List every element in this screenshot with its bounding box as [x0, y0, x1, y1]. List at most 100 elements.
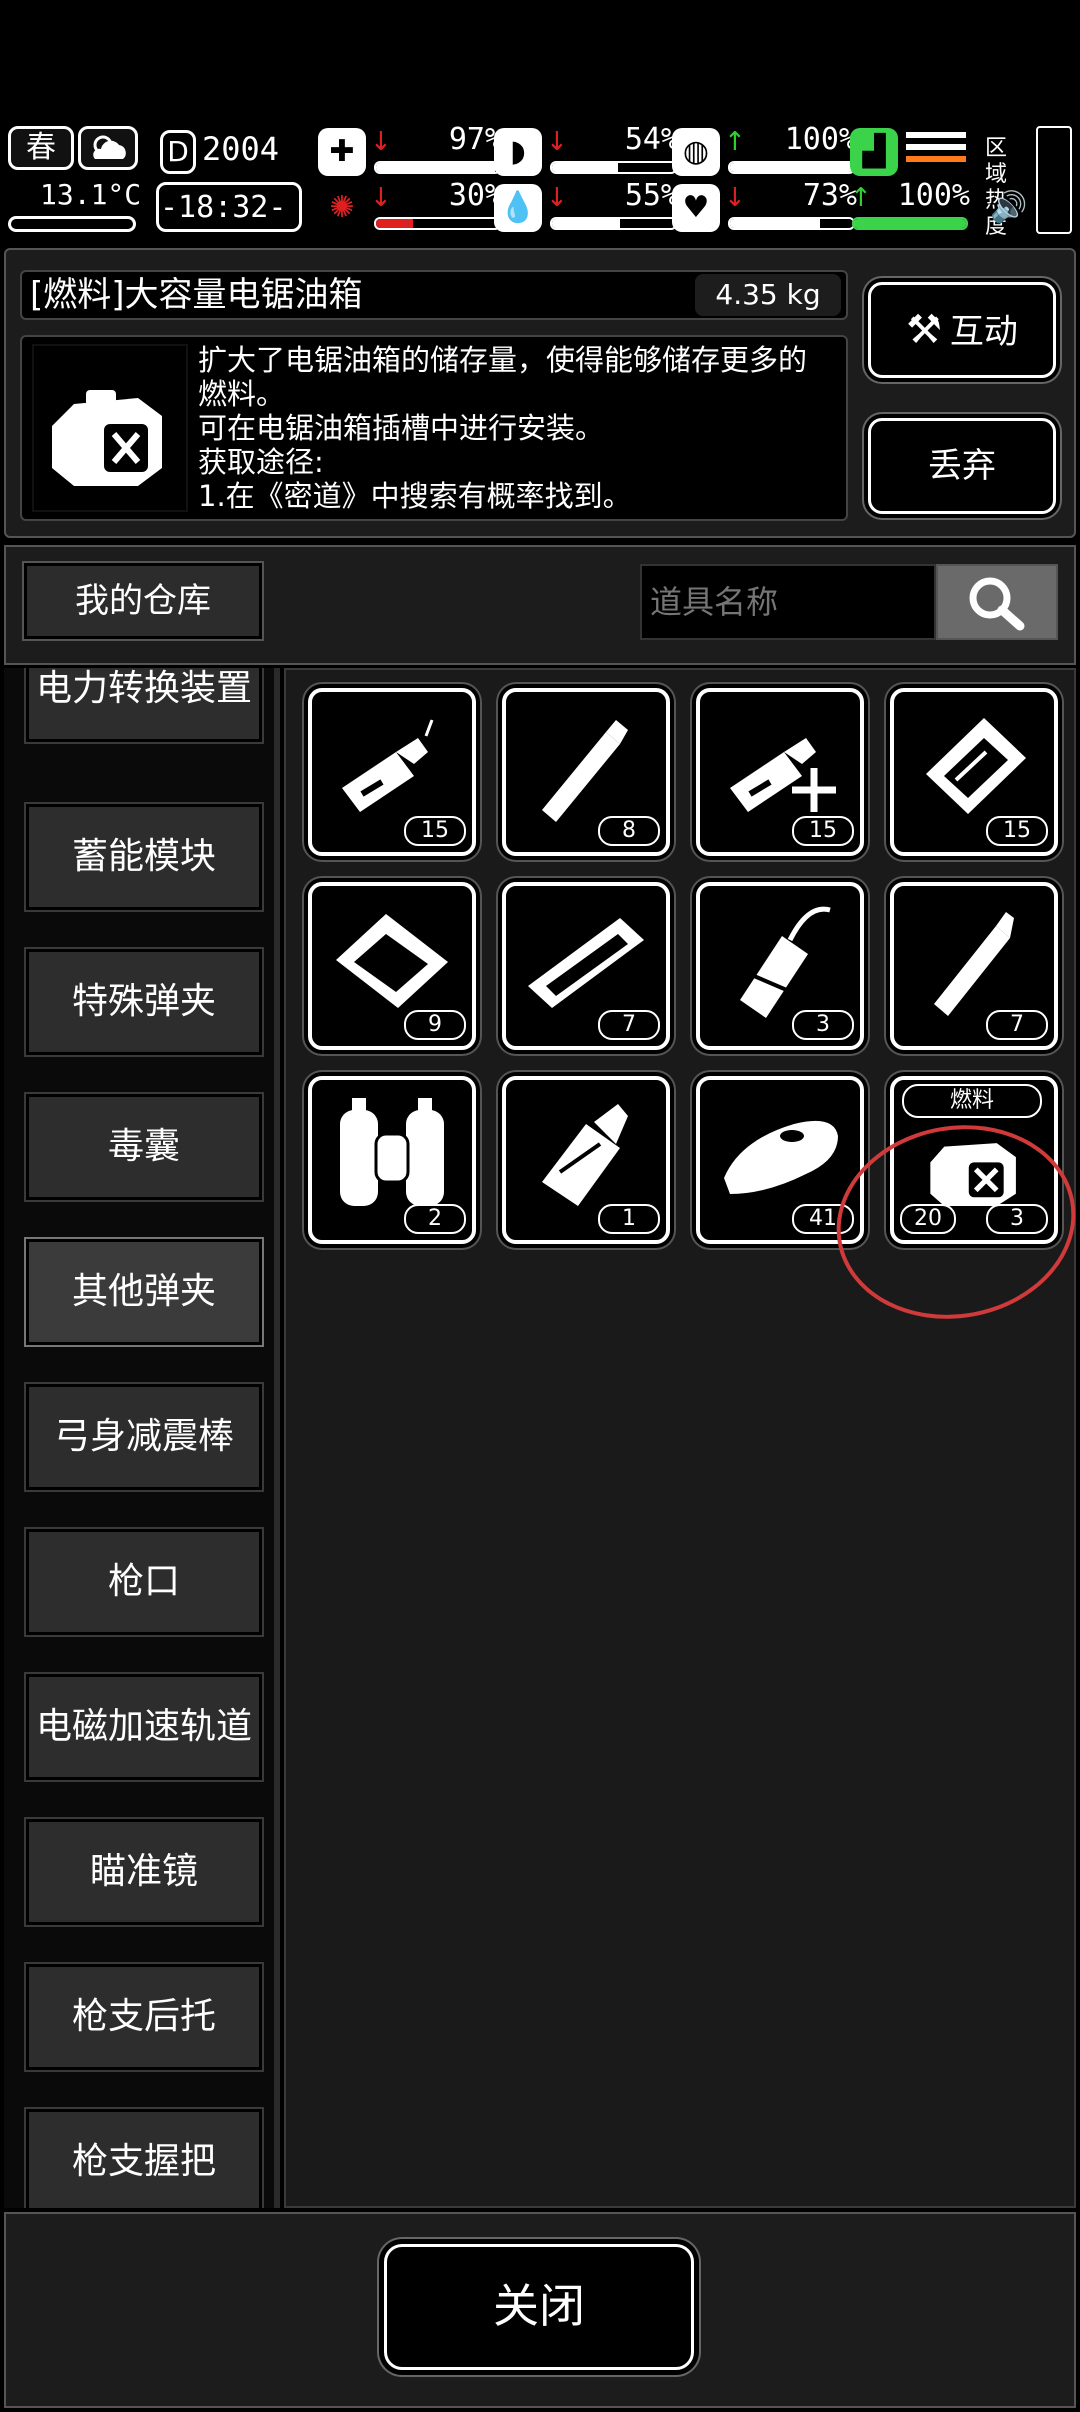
leg-bar: [854, 219, 966, 228]
item-quantity: 7: [986, 1010, 1048, 1040]
water-drop-icon: 💧: [494, 184, 542, 232]
boot-icon: ▟: [850, 128, 898, 176]
category-sidebar: 电力转换装置 蓄能模块 特殊弹夹 毒囊 其他弹夹 弓身减震棒 枪口 电磁加速轨道…: [4, 668, 280, 2208]
lighter-fluid-icon: [342, 719, 434, 812]
fuel-bottle-hose-icon: [740, 906, 831, 1018]
stomach-icon: ◗: [494, 128, 542, 176]
energy-bar: [730, 163, 853, 172]
inventory-slot[interactable]: 3: [696, 882, 864, 1050]
time-readout: -18:32-: [160, 190, 287, 225]
description-line: 获取途径:: [198, 445, 324, 479]
item-quantity: 15: [792, 816, 854, 846]
arrow-down-icon: ↓: [370, 183, 392, 213]
heart-icon: ♥: [672, 184, 720, 232]
leg-stat: ↑ 100%: [850, 178, 970, 234]
item-quantity: 1: [598, 1204, 660, 1234]
item-quantity: 3: [792, 1010, 854, 1040]
inventory-slot[interactable]: 15: [308, 688, 476, 856]
arrow-up-icon: ↑: [724, 127, 746, 157]
arrow-up-icon: ↑: [850, 183, 872, 213]
category-item[interactable]: 电力转换装置: [26, 668, 262, 742]
category-item-active[interactable]: 其他弹夹: [26, 1239, 262, 1345]
energy-stat: ◍ ↑ 100%: [672, 122, 857, 178]
pill-icon: ◍: [672, 128, 720, 176]
close-button[interactable]: 关闭: [384, 2244, 694, 2370]
inventory-slot[interactable]: 1: [502, 1076, 670, 1244]
item-search-input[interactable]: [640, 564, 936, 640]
discard-button[interactable]: 丢弃: [868, 418, 1056, 514]
mood-stat: ♥ ↓ 73%: [672, 178, 857, 234]
item-quantity: 15: [986, 816, 1048, 846]
item-weight: 4.35 kg: [695, 274, 841, 316]
arrow-down-icon: ↓: [724, 183, 746, 213]
arrow-down-icon: ↓: [370, 127, 392, 157]
health-stat: ✚ ↓ 97%: [318, 122, 503, 178]
interact-button[interactable]: ⚒ 互动: [868, 282, 1056, 378]
health-bar: [376, 163, 496, 172]
season-box: 春: [8, 126, 74, 170]
day-counter: 2004: [202, 130, 280, 168]
tab-my-warehouse[interactable]: 我的仓库: [24, 563, 262, 639]
item-title: [燃料]大容量电锯油箱: [30, 275, 363, 315]
fuel-pouch-icon: [926, 718, 1026, 814]
inventory-slot[interactable]: 8: [502, 688, 670, 856]
hammer-icon: ⚒: [906, 307, 942, 353]
hunger-stat: ◗ ↓ 54%: [494, 122, 679, 178]
search-button[interactable]: [936, 564, 1058, 640]
chainsaw-tank-icon: [32, 344, 188, 512]
inventory-slot[interactable]: 9: [308, 882, 476, 1050]
season-label: 春: [26, 130, 56, 165]
fuel-rail-icon: [528, 918, 644, 1008]
category-item[interactable]: 瞄准镜: [26, 1819, 262, 1925]
medkit-icon: ✚: [318, 128, 366, 176]
category-item[interactable]: 电磁加速轨道: [26, 1674, 262, 1780]
item-quantity: 8: [598, 816, 660, 846]
lighter-fluid-plus-icon: [730, 738, 836, 812]
description-line: 燃料。: [198, 377, 286, 411]
arrow-down-icon: ↓: [546, 183, 568, 213]
gas-canister-icon: [542, 720, 628, 822]
brain-stat: ✺ ↓ 30%: [318, 178, 503, 234]
category-item[interactable]: 蓄能模块: [26, 804, 262, 910]
inventory-slot[interactable]: 15: [890, 688, 1058, 856]
inventory-slot[interactable]: 7: [502, 882, 670, 1050]
description-line: 1.在《密道》中搜索有概率找到。: [198, 479, 632, 513]
gas-cartridge-icon: [934, 912, 1014, 1016]
category-item[interactable]: 枪支握把: [26, 2109, 262, 2208]
category-item[interactable]: 毒囊: [26, 1094, 262, 1200]
brain-icon: ✺: [318, 184, 366, 232]
category-item[interactable]: 特殊弹夹: [26, 949, 262, 1055]
fuel-tank-icon: [724, 1120, 838, 1194]
thirst-stat: 💧 ↓ 55%: [494, 178, 679, 234]
category-item[interactable]: 枪口: [26, 1529, 262, 1635]
search-icon: [969, 577, 1025, 631]
inventory-slot[interactable]: 15: [696, 688, 864, 856]
stamina-stripes: [906, 132, 966, 172]
thermometer-icon: [8, 216, 136, 232]
inventory-grid: 15 8 15 15 9 7 3 7 2 1 41 燃料 20 3: [284, 668, 1076, 2208]
speaker-icon: 🔊: [990, 190, 1028, 225]
mood-bar: [730, 219, 820, 228]
fuel-bottle-icon: [542, 1104, 628, 1206]
thirst-bar: [552, 219, 620, 228]
item-quantity: 9: [404, 1010, 466, 1040]
twin-tanks-icon: [340, 1098, 444, 1206]
item-quantity: 15: [404, 816, 466, 846]
item-quantity: 7: [598, 1010, 660, 1040]
description-line: 可在电锯油箱插槽中进行安装。: [198, 411, 605, 445]
category-item[interactable]: 弓身减震棒: [26, 1384, 262, 1490]
status-hud: 春 13.1°C D 2004 -18:32- ✚ ↓ 97% ◗ ↓ 54% …: [0, 120, 1080, 245]
arrow-down-icon: ↓: [546, 127, 568, 157]
temperature-readout: 13.1°C: [40, 178, 142, 211]
brain-bar: [376, 219, 413, 228]
inventory-slot[interactable]: 2: [308, 1076, 476, 1244]
item-quantity: 2: [404, 1204, 466, 1234]
weather-icon: [78, 126, 138, 170]
description-line: 扩大了电锯油箱的储存量，使得能够储存更多的: [198, 343, 808, 377]
fuel-pack-icon: [336, 914, 448, 1008]
category-item[interactable]: 枪支后托: [26, 1964, 262, 2070]
hunger-bar: [552, 163, 619, 172]
day-icon: D: [160, 130, 196, 174]
zone-heat-bar: [1036, 126, 1072, 234]
inventory-slot[interactable]: 7: [890, 882, 1058, 1050]
